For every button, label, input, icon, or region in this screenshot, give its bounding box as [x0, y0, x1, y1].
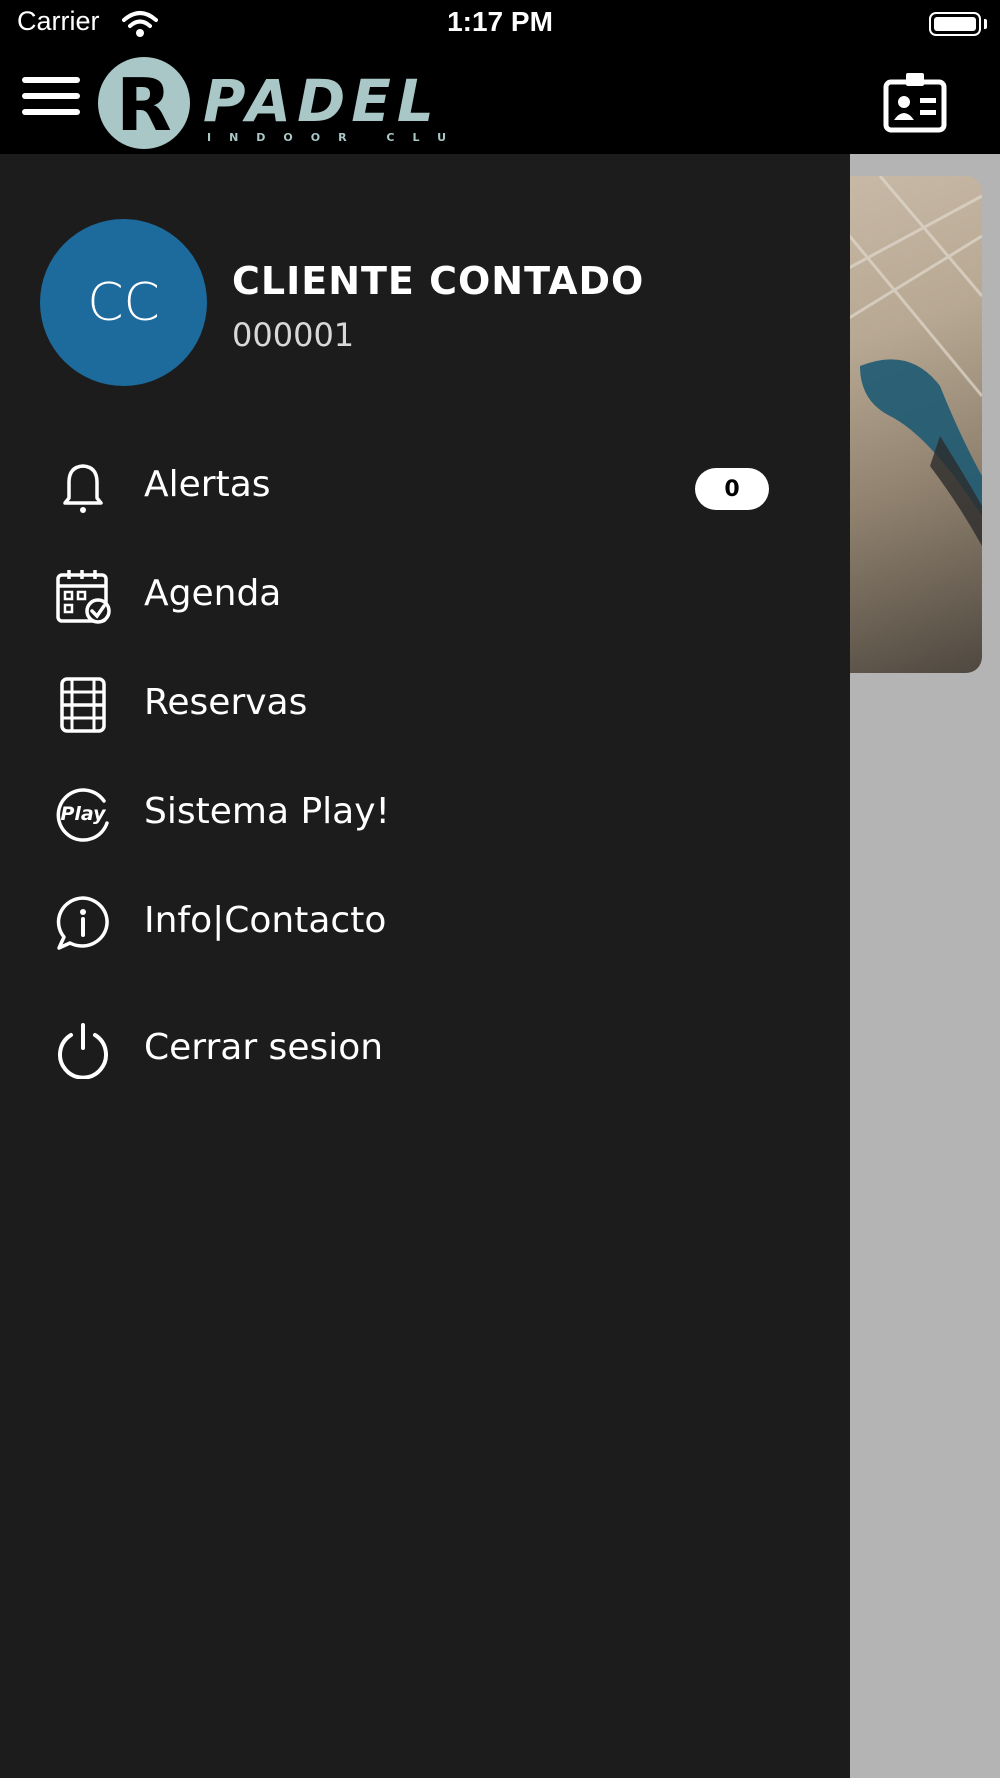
logo-subtext: INDOOR CLUB: [207, 131, 455, 144]
menu-item-label: Cerrar sesion: [144, 1027, 384, 1068]
menu-item-label: Reservas: [144, 682, 308, 723]
hamburger-menu-icon[interactable]: [22, 73, 82, 119]
avatar[interactable]: CC: [40, 219, 207, 386]
logo-letter: R: [116, 63, 171, 147]
status-bar: Carrier 1:17 PM: [0, 0, 1000, 50]
menu-item-cerrar-sesion[interactable]: Cerrar sesion: [0, 1005, 850, 1095]
menu-item-info-contacto[interactable]: Info|Contacto: [0, 878, 850, 968]
user-name: CLIENTE CONTADO: [232, 259, 645, 303]
menu-item-reservas[interactable]: Reservas: [0, 660, 850, 750]
clock: 1:17 PM: [447, 6, 553, 37]
play-icon-text: Play: [60, 803, 107, 825]
court-icon: [60, 677, 106, 733]
menu-item-agenda[interactable]: Agenda: [0, 551, 850, 641]
menu-item-label: Sistema Play!: [144, 791, 390, 832]
menu-item-sistema-play[interactable]: Play Sistema Play!: [0, 769, 850, 859]
power-icon: [58, 1023, 108, 1079]
battery-icon: [929, 12, 981, 36]
menu-item-label: Agenda: [144, 573, 282, 614]
menu-item-label: Info|Contacto: [144, 900, 387, 941]
alert-count-badge: 0: [695, 468, 769, 510]
battery-tip: [984, 19, 987, 29]
logo-text: PADEL: [203, 67, 440, 135]
bell-icon: [63, 464, 103, 513]
calendar-check-icon: [56, 570, 111, 624]
padel-logo: R PADEL INDOOR CLUB: [98, 57, 455, 149]
info-chat-icon: [56, 896, 109, 950]
side-drawer: CC CLIENTE CONTADO 000001 Alertas 0 Agen…: [0, 154, 850, 1778]
id-card-icon[interactable]: [882, 70, 948, 134]
play-logo-icon: Play: [56, 788, 109, 842]
menu-item-alertas[interactable]: Alertas 0: [0, 442, 850, 532]
menu-item-label: Alertas: [144, 464, 271, 505]
user-code: 000001: [232, 316, 355, 354]
nav-bar: R PADEL INDOOR CLUB: [0, 50, 1000, 154]
